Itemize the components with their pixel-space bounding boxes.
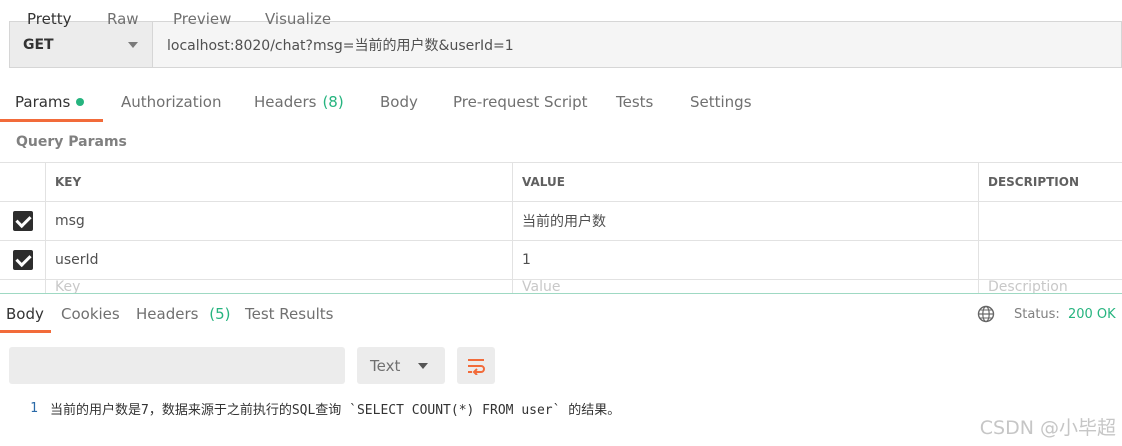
table-header-row: KEY VALUE DESCRIPTION xyxy=(0,163,1122,202)
format-label: Text xyxy=(370,356,401,375)
tab-body-label: Body xyxy=(380,93,418,111)
param-value-cell[interactable]: 当前的用户数 xyxy=(513,202,979,240)
view-mode-group xyxy=(9,347,345,384)
response-status: Status: 200 OK xyxy=(1014,307,1116,322)
tab-params-label: Params xyxy=(15,93,71,111)
response-body-text: 当前的用户数是7，数据来源于之前执行的SQL查询 `SELECT COUNT(*… xyxy=(50,402,621,418)
response-tab-headers-count: (5) xyxy=(209,305,231,323)
tab-authorization-label: Authorization xyxy=(121,93,222,111)
globe-icon[interactable] xyxy=(977,305,995,323)
tab-params[interactable]: Params xyxy=(15,84,85,120)
column-header-description: DESCRIPTION xyxy=(988,175,1080,189)
column-header-key: KEY xyxy=(46,163,513,201)
response-active-tab-indicator xyxy=(0,330,51,333)
status-value: 200 OK xyxy=(1067,307,1116,322)
tab-pre-request-script-label: Pre-request Script xyxy=(453,93,588,111)
new-key-placeholder: Key xyxy=(55,280,81,294)
tab-tests-label: Tests xyxy=(616,93,654,111)
table-row: msg 当前的用户数 xyxy=(0,202,1122,241)
tab-authorization[interactable]: Authorization xyxy=(121,84,221,120)
tab-headers-label: Headers xyxy=(254,93,317,111)
query-params-table: KEY VALUE DESCRIPTION msg 当前的用户数 userId … xyxy=(0,162,1122,294)
chevron-down-icon xyxy=(128,41,138,48)
row-check-cell xyxy=(0,280,46,294)
new-value-placeholder: Value xyxy=(522,280,561,294)
line-number: 1 xyxy=(30,400,38,416)
response-tab-test-results[interactable]: Test Results xyxy=(245,305,333,323)
query-params-title: Query Params xyxy=(16,134,127,150)
param-description-cell[interactable] xyxy=(979,241,1122,279)
format-select[interactable]: Text xyxy=(357,347,445,384)
pane-divider[interactable] xyxy=(0,293,1122,294)
new-value-cell[interactable]: Value xyxy=(513,280,979,294)
row-check-cell xyxy=(0,241,46,279)
chevron-down-icon xyxy=(418,362,428,369)
tab-tests[interactable]: Tests xyxy=(616,84,653,120)
header-check-cell xyxy=(0,163,46,201)
view-pretty-button[interactable]: Pretty xyxy=(27,0,72,37)
row-check-cell xyxy=(0,202,46,240)
param-description-cell[interactable] xyxy=(979,202,1122,240)
new-description-cell[interactable]: Description xyxy=(979,280,1122,294)
param-value-cell[interactable]: 1 xyxy=(513,241,979,279)
wrap-lines-icon xyxy=(468,358,485,375)
wrap-lines-button[interactable] xyxy=(457,347,495,384)
tab-headers-count: (8) xyxy=(322,93,344,111)
param-key-cell[interactable]: userId xyxy=(46,241,513,279)
response-tab-body[interactable]: Body xyxy=(6,305,44,323)
column-header-value: VALUE xyxy=(513,163,979,201)
tab-settings-label: Settings xyxy=(690,93,752,111)
method-label: GET xyxy=(23,36,54,53)
param-checkbox[interactable] xyxy=(12,211,33,231)
active-tab-indicator xyxy=(0,119,103,122)
tab-settings[interactable]: Settings xyxy=(690,84,752,120)
view-raw-button[interactable]: Raw xyxy=(107,0,139,37)
response-tab-headers-label: Headers xyxy=(136,305,199,323)
param-key-cell[interactable]: msg xyxy=(46,202,513,240)
watermark: CSDN @小毕超 xyxy=(979,417,1116,439)
new-param-row: Key Value Description xyxy=(0,280,1122,294)
request-tabs: Params Authorization Headers (8) Body Pr… xyxy=(0,84,1122,122)
response-tab-headers[interactable]: Headers (5) xyxy=(136,305,230,323)
response-body-line: 1 当前的用户数是7，数据来源于之前执行的SQL查询 `SELECT COUNT… xyxy=(0,398,620,418)
status-label: Status: xyxy=(1014,307,1060,322)
param-checkbox[interactable] xyxy=(12,250,33,270)
new-key-cell[interactable]: Key xyxy=(46,280,513,294)
new-description-placeholder: Description xyxy=(988,280,1068,294)
table-row: userId 1 xyxy=(0,241,1122,280)
view-visualize-button[interactable]: Visualize xyxy=(265,0,331,37)
tab-pre-request-script[interactable]: Pre-request Script xyxy=(453,84,588,120)
tab-body[interactable]: Body xyxy=(380,84,418,120)
tab-headers[interactable]: Headers (8) xyxy=(254,84,344,120)
params-active-dot-icon xyxy=(76,98,85,106)
response-tab-cookies[interactable]: Cookies xyxy=(61,305,120,323)
view-preview-button[interactable]: Preview xyxy=(173,0,231,37)
